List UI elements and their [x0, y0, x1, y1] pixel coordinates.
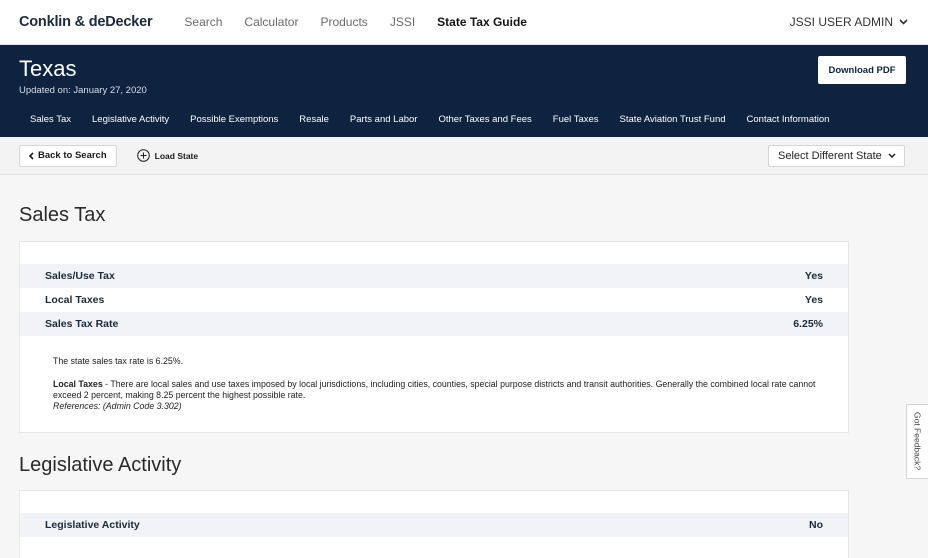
state-header: Texas Updated on: January 27, 2020 Downl…	[0, 45, 928, 137]
row-label: Sales Tax Rate	[45, 318, 119, 330]
nav-products[interactable]: Products	[320, 15, 367, 29]
plus-circle-icon	[136, 149, 150, 162]
feedback-label: Got Feedback?	[912, 412, 923, 471]
tab-possible-exemptions[interactable]: Possible Exemptions	[190, 114, 278, 125]
nav-search[interactable]: Search	[184, 15, 222, 29]
legislative-activity-card: Legislative Activity No	[19, 490, 849, 558]
local-taxes-label: Local Taxes	[53, 379, 103, 389]
row-label: Sales/Use Tax	[45, 270, 115, 282]
page-title: Texas	[19, 56, 77, 81]
legislative-activity-heading: Legislative Activity	[19, 454, 182, 476]
row-label: Legislative Activity	[45, 519, 140, 531]
load-state-button[interactable]: Load State	[136, 149, 199, 162]
table-row: Local Taxes Yes	[20, 288, 848, 312]
brand-logo[interactable]: Conklin & deDecker	[19, 14, 153, 30]
toolbar: Back to Search Load State Select Differe…	[0, 137, 928, 175]
select-state-dropdown[interactable]: Select Different State	[768, 144, 905, 167]
tab-contact-information[interactable]: Contact Information	[747, 114, 830, 125]
tab-other-taxes[interactable]: Other Taxes and Fees	[438, 114, 531, 125]
local-taxes-description: Local Taxes - There are local sales and …	[53, 379, 828, 412]
row-value: Yes	[804, 294, 823, 306]
back-to-search-button[interactable]: Back to Search	[19, 144, 117, 167]
rate-description: The state sales tax rate is 6.25%.	[53, 356, 184, 366]
tab-fuel-taxes[interactable]: Fuel Taxes	[553, 114, 599, 125]
sales-tax-heading: Sales Tax	[19, 204, 106, 226]
nav-calculator[interactable]: Calculator	[244, 15, 298, 29]
back-label: Back to Search	[38, 150, 107, 161]
table-row: Legislative Activity No	[20, 513, 848, 537]
sales-tax-card: Sales/Use Tax Yes Local Taxes Yes Sales …	[19, 241, 849, 433]
updated-date: Updated on: January 27, 2020	[19, 85, 147, 96]
tab-sales-tax[interactable]: Sales Tax	[30, 114, 71, 125]
section-tabs: Sales Tax Legislative Activity Possible …	[0, 114, 850, 125]
select-state-label: Select Different State	[778, 149, 882, 162]
references: References: (Admin Code 3.302)	[53, 401, 182, 411]
tab-aviation-trust-fund[interactable]: State Aviation Trust Fund	[620, 114, 726, 125]
legislative-rows: Legislative Activity No	[20, 513, 848, 537]
table-row: Sales/Use Tax Yes	[20, 264, 848, 288]
sales-tax-rows: Sales/Use Tax Yes Local Taxes Yes Sales …	[20, 264, 848, 336]
row-value: 6.25%	[793, 318, 823, 330]
load-state-label: Load State	[154, 150, 199, 161]
user-menu[interactable]: JSSI USER ADMIN	[790, 15, 908, 29]
local-taxes-text: - There are local sales and use taxes im…	[53, 379, 816, 400]
download-pdf-button[interactable]: Download PDF	[818, 56, 906, 84]
user-name: JSSI USER ADMIN	[789, 15, 893, 29]
tab-legislative-activity[interactable]: Legislative Activity	[92, 114, 169, 125]
tab-parts-and-labor[interactable]: Parts and Labor	[350, 114, 418, 125]
table-row: Sales Tax Rate 6.25%	[20, 312, 848, 336]
nav-state-tax-guide[interactable]: State Tax Guide	[437, 15, 527, 29]
tab-resale[interactable]: Resale	[299, 114, 329, 125]
row-value: No	[809, 519, 823, 531]
top-navigation: Conklin & deDecker Search Calculator Pro…	[0, 0, 928, 45]
row-value: Yes	[804, 270, 823, 282]
chevron-down-icon	[899, 19, 908, 25]
row-label: Local Taxes	[45, 294, 105, 306]
feedback-tab[interactable]: Got Feedback?	[906, 404, 928, 479]
nav-jssi[interactable]: JSSI	[390, 15, 415, 29]
chevron-down-icon	[888, 153, 896, 158]
chevron-left-icon	[28, 151, 34, 160]
